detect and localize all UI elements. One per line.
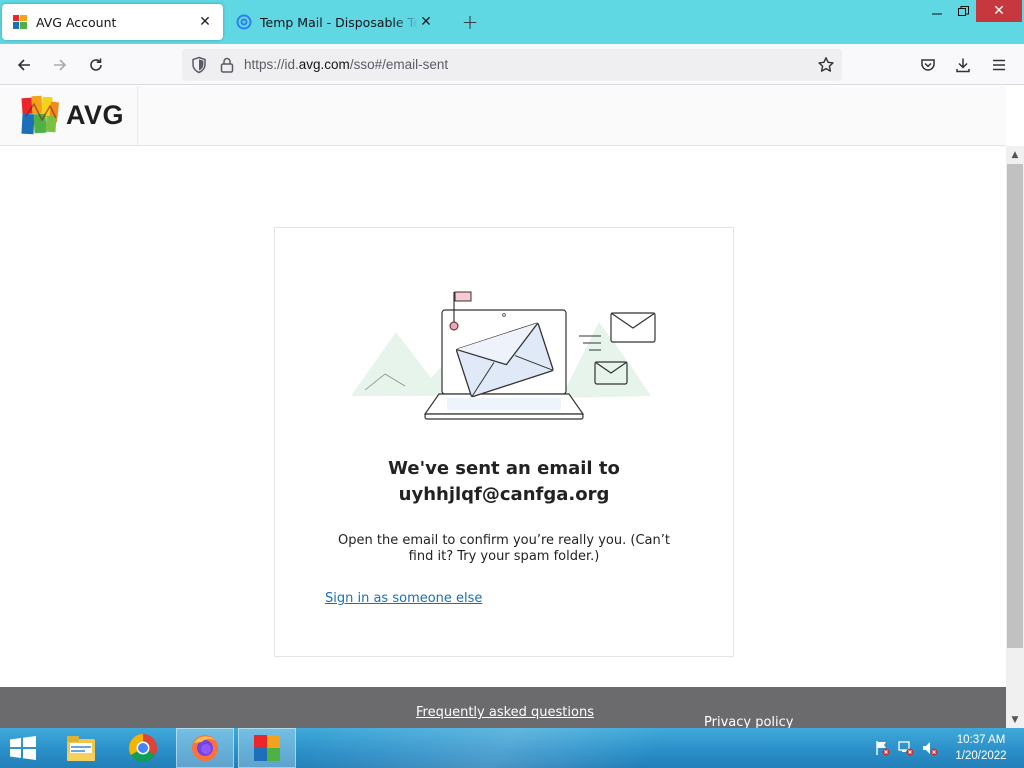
url-text[interactable]: https://id.avg.com/sso#/email-sent bbox=[244, 57, 448, 72]
url-prefix: https://id. bbox=[244, 57, 299, 72]
heading-line-1: We've sent an email to bbox=[388, 458, 620, 479]
tab-avg-account[interactable]: AVG Account ✕ bbox=[2, 4, 223, 40]
scroll-down-arrow-icon[interactable]: ▼ bbox=[1006, 711, 1024, 728]
avg-app-icon bbox=[254, 735, 280, 761]
tab-strip: AVG Account ✕ Temp Mail - Disposable Tem… bbox=[0, 0, 1024, 44]
pocket-icon[interactable] bbox=[915, 52, 941, 78]
temp-mail-favicon-icon bbox=[236, 14, 252, 30]
bookmark-star-icon[interactable] bbox=[817, 56, 835, 74]
back-arrow-icon[interactable] bbox=[11, 52, 37, 78]
avg-header: AVG bbox=[0, 86, 1006, 146]
clock-date: 1/20/2022 bbox=[955, 750, 1007, 762]
navigation-toolbar: https://id.avg.com/sso#/email-sent bbox=[0, 44, 1024, 85]
email-address: uyhhjlqf@canfga.org bbox=[398, 484, 610, 505]
system-clock[interactable]: 10:37 AM 1/20/2022 bbox=[948, 732, 1014, 764]
privacy-policy-link[interactable]: Privacy policy bbox=[704, 715, 793, 728]
taskbar-file-explorer[interactable] bbox=[52, 728, 110, 768]
clock-time: 10:37 AM bbox=[956, 734, 1006, 746]
tracking-shield-icon[interactable] bbox=[190, 56, 208, 74]
vertical-scrollbar[interactable]: ▲ ▼ bbox=[1006, 146, 1024, 728]
avg-favicon-icon bbox=[13, 15, 27, 29]
taskbar-wallpaper-streak bbox=[274, 728, 826, 768]
taskbar-firefox[interactable] bbox=[176, 728, 234, 768]
confirmation-heading: We've sent an email to uyhhjlqf@canfga.o… bbox=[275, 456, 733, 508]
reload-icon[interactable] bbox=[83, 52, 109, 78]
forward-arrow-icon[interactable] bbox=[47, 52, 73, 78]
downloads-icon[interactable] bbox=[950, 52, 976, 78]
new-tab-plus-icon[interactable]: + bbox=[458, 10, 482, 34]
url-domain: avg.com bbox=[298, 57, 350, 72]
windows-taskbar: 10:37 AM 1/20/2022 bbox=[0, 728, 1024, 768]
confirmation-message: Open the email to confirm you’re really … bbox=[338, 533, 670, 564]
windows-start-icon[interactable] bbox=[8, 736, 38, 760]
avg-logo-text: AVG bbox=[66, 100, 125, 130]
volume-muted-icon[interactable] bbox=[922, 740, 938, 756]
file-explorer-icon bbox=[67, 736, 95, 761]
network-icon[interactable] bbox=[898, 740, 914, 756]
tab-close-icon[interactable]: ✕ bbox=[197, 14, 213, 30]
action-center-flag-icon[interactable] bbox=[874, 740, 890, 756]
tab-temp-mail[interactable]: Temp Mail - Disposable Temporary Email ✕ bbox=[226, 4, 444, 40]
tab-title: Temp Mail - Disposable Temporary Email bbox=[260, 14, 418, 30]
taskbar-avg[interactable] bbox=[238, 728, 296, 768]
scrollbar-thumb[interactable] bbox=[1007, 164, 1023, 648]
menu-hamburger-icon[interactable] bbox=[986, 52, 1012, 78]
web-page: AVG We've sent an email to uyhhjlqf@canf… bbox=[0, 86, 1006, 728]
chrome-icon bbox=[129, 734, 157, 762]
page-footer: Frequently asked questions Privacy polic… bbox=[0, 687, 1006, 728]
avg-logo-mark-icon bbox=[21, 95, 60, 135]
firefox-icon bbox=[192, 735, 218, 761]
restore-window-icon[interactable] bbox=[947, 0, 979, 22]
avg-logo[interactable]: AVG bbox=[0, 86, 138, 146]
tab-title: AVG Account bbox=[36, 14, 117, 30]
sign-in-as-someone-else-link[interactable]: Sign in as someone else bbox=[325, 591, 482, 606]
laptop-envelope-illustration bbox=[351, 291, 656, 420]
close-window-icon[interactable]: ✕ bbox=[976, 0, 1022, 22]
address-bar[interactable]: https://id.avg.com/sso#/email-sent bbox=[182, 49, 842, 81]
faq-link[interactable]: Frequently asked questions bbox=[416, 705, 594, 720]
url-path: /sso#/email-sent bbox=[349, 57, 449, 72]
tab-close-icon[interactable]: ✕ bbox=[418, 14, 434, 30]
scroll-up-arrow-icon[interactable]: ▲ bbox=[1006, 146, 1024, 163]
taskbar-chrome[interactable] bbox=[114, 728, 172, 768]
lock-icon[interactable] bbox=[218, 56, 236, 74]
email-sent-card: We've sent an email to uyhhjlqf@canfga.o… bbox=[274, 227, 734, 657]
